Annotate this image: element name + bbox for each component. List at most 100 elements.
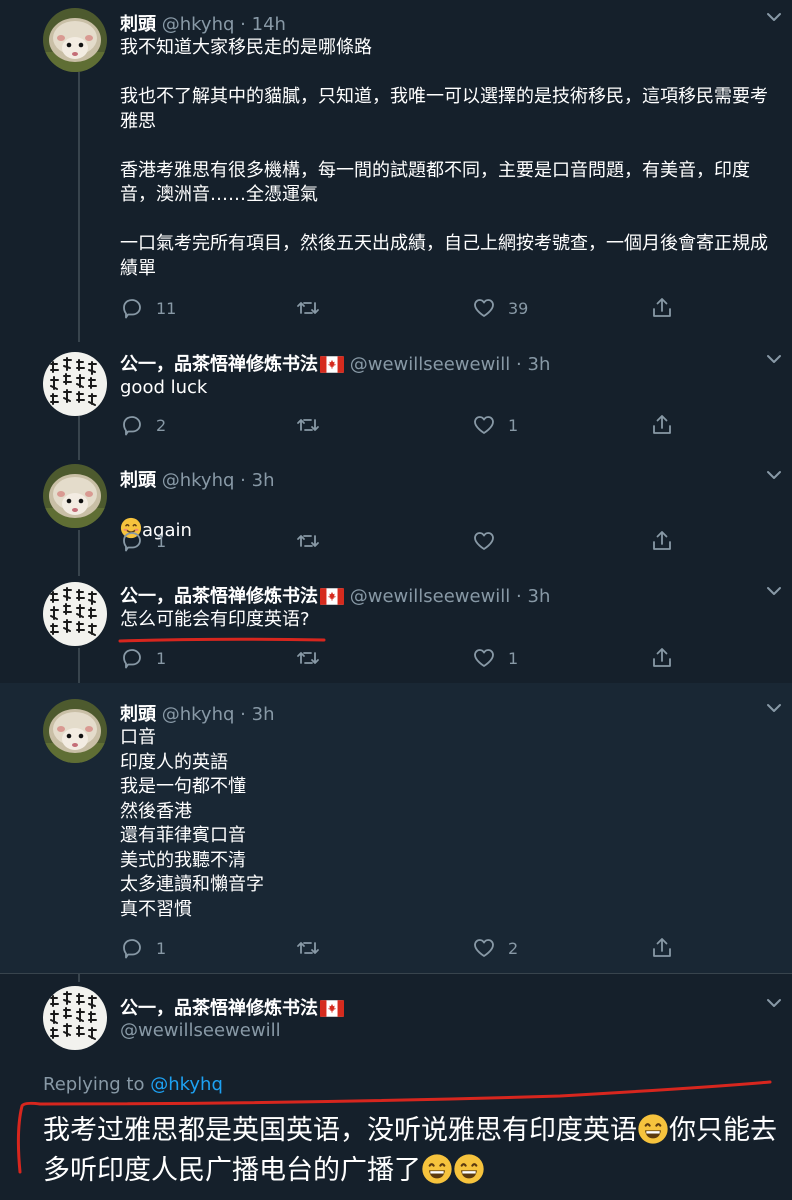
like-button[interactable]: 39 [472, 296, 528, 320]
timestamp[interactable]: 3h [528, 586, 551, 607]
tweet-text: good luck [120, 377, 208, 398]
tweet-text: 我不知道大家移民走的是哪條路 我也不了解其中的貓膩，只知道，我唯一可以選擇的是技… [120, 37, 768, 279]
replying-to: Replying to @hkyhq [43, 1074, 223, 1095]
display-name[interactable]: 公一，品茶悟禅修炼书法 [120, 586, 318, 607]
user-handle[interactable]: @wewillseewewill [350, 586, 511, 607]
like-button[interactable]: 1 [472, 646, 518, 670]
retweet-icon [296, 296, 320, 320]
user-handle[interactable]: @wewillseewewill [350, 354, 511, 375]
reply-count: 11 [156, 298, 177, 318]
retweet-button[interactable] [296, 646, 332, 670]
reply-icon [120, 413, 144, 437]
tweet-header: 刺頭 @hkyhq · 3h [120, 466, 275, 492]
reply-icon [120, 529, 144, 553]
tweet-text-part1: 我考过雅思都是英国英语，没听说雅思有印度英语 [43, 1115, 637, 1146]
reply-button[interactable]: 1 [120, 529, 166, 553]
user-handle[interactable]: @hkyhq [162, 704, 235, 725]
like-button[interactable]: 2 [472, 936, 518, 960]
reply-count: 2 [156, 415, 167, 435]
tweet-header: 公一，品茶悟禅修炼书法 @wewillseewewill · 3h [120, 582, 550, 608]
retweet-icon [296, 936, 320, 960]
heart-icon [472, 936, 496, 960]
share-button[interactable] [650, 529, 686, 553]
focused-tweet-text: 我考过雅思都是英国英语，没听说雅思有印度英语 你只能去多听印度人民广播电台的广播了 [43, 1111, 783, 1191]
heart-icon [472, 529, 496, 553]
tweet[interactable]: 刺頭 @hkyhq · 14h 我不知道大家移民走的是哪條路 我也不了解其中的貓… [0, 0, 792, 342]
tweet-handle-row: @wewillseewewill [120, 1020, 281, 1041]
timestamp[interactable]: 3h [528, 354, 551, 375]
reply-button[interactable]: 11 [120, 296, 176, 320]
chevron-down-icon[interactable] [766, 354, 782, 364]
share-icon [650, 413, 674, 437]
like-button[interactable]: 1 [472, 413, 518, 437]
timestamp[interactable]: 3h [252, 704, 275, 725]
retweet-button[interactable] [296, 413, 332, 437]
avatar[interactable] [43, 464, 107, 528]
tweet[interactable]: 公一，品茶悟禅修炼书法 @wewillseewewill · 3h good l… [0, 342, 792, 458]
reply-button[interactable]: 1 [120, 936, 166, 960]
reply-icon [120, 646, 144, 670]
tweet[interactable]: 刺頭 @hkyhq · 3h 口音 印度人的英語 我是一句都不懂 然後香港 還有… [0, 683, 792, 973]
avatar[interactable] [43, 352, 107, 416]
canada-flag-icon [320, 356, 344, 373]
share-button[interactable] [650, 296, 686, 320]
display-name[interactable]: 刺頭 [120, 14, 156, 35]
avatar[interactable] [43, 986, 107, 1050]
share-button[interactable] [650, 646, 686, 670]
heart-icon [472, 646, 496, 670]
share-icon [650, 936, 674, 960]
user-handle[interactable]: @hkyhq [162, 470, 235, 491]
chevron-down-icon[interactable] [766, 586, 782, 596]
separator-dot: · [516, 586, 522, 607]
display-name[interactable]: 刺頭 [120, 470, 156, 491]
reply-icon [120, 296, 144, 320]
heart-icon [472, 296, 496, 320]
reply-count: 1 [156, 648, 167, 668]
chevron-down-icon[interactable] [766, 470, 782, 480]
chevron-down-icon[interactable] [766, 12, 782, 22]
grinning-face-emoji [421, 1153, 453, 1185]
user-handle[interactable]: @hkyhq [162, 14, 235, 35]
tweet[interactable]: 公一，品茶悟禅修炼书法 @wewillseewewill · 3h 怎么可能会有… [0, 574, 792, 690]
user-handle[interactable]: @wewillseewewill [120, 1020, 281, 1041]
retweet-icon [296, 529, 320, 553]
separator-dot: · [240, 470, 246, 491]
display-name[interactable]: 公一，品茶悟禅修炼书法 [120, 998, 318, 1019]
reply-button[interactable]: 2 [120, 413, 166, 437]
replying-to-handle[interactable]: @hkyhq [150, 1074, 223, 1095]
tweet-actions: 2 1 [120, 413, 680, 439]
avatar[interactable] [43, 699, 107, 763]
reply-icon [120, 936, 144, 960]
retweet-button[interactable] [296, 296, 332, 320]
like-button[interactable] [472, 529, 508, 553]
reply-button[interactable]: 1 [120, 646, 166, 670]
separator-dot: · [240, 704, 246, 725]
tweet-header: 刺頭 @hkyhq · 14h [120, 10, 286, 36]
retweet-icon [296, 413, 320, 437]
tweet-header: 刺頭 @hkyhq · 3h [120, 700, 275, 726]
tweet-header: 公一，品茶悟禅修炼书法 [120, 994, 344, 1020]
timestamp[interactable]: 14h [252, 14, 286, 35]
separator-dot: · [516, 354, 522, 375]
replying-to-label: Replying to [43, 1074, 145, 1095]
chevron-down-icon[interactable] [766, 998, 782, 1008]
avatar[interactable] [43, 8, 107, 72]
share-icon [650, 296, 674, 320]
tweet[interactable]: 刺頭 @hkyhq · 3h again 1 [0, 458, 792, 574]
tweet-actions: 11 39 [120, 296, 680, 322]
avatar[interactable] [43, 582, 107, 646]
timestamp[interactable]: 3h [252, 470, 275, 491]
retweet-button[interactable] [296, 936, 332, 960]
reply-count: 1 [156, 531, 167, 551]
retweet-icon [296, 646, 320, 670]
heart-icon [472, 413, 496, 437]
share-button[interactable] [650, 936, 686, 960]
chevron-down-icon[interactable] [766, 703, 782, 713]
display-name[interactable]: 刺頭 [120, 704, 156, 725]
grinning-face-emoji [453, 1153, 485, 1185]
like-count: 1 [508, 415, 519, 435]
share-button[interactable] [650, 413, 686, 437]
display-name[interactable]: 公一，品茶悟禅修炼书法 [120, 354, 318, 375]
retweet-button[interactable] [296, 529, 332, 553]
tweet-actions: 1 2 [120, 936, 680, 962]
